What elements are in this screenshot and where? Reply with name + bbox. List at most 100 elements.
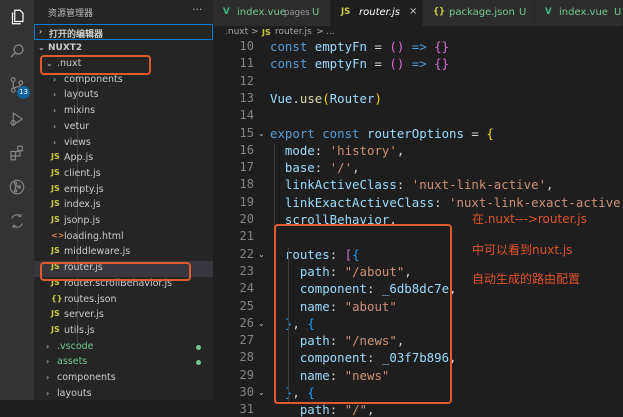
- remote-button[interactable]: [0, 206, 34, 236]
- tree-folder[interactable]: › mixins: [34, 104, 213, 120]
- tree-file[interactable]: <> loading.html: [34, 230, 213, 246]
- search-button[interactable]: [0, 36, 34, 66]
- fold-chevron-icon[interactable]: ⌄: [258, 250, 265, 259]
- fold-chevron-icon[interactable]: ⌄: [258, 388, 265, 397]
- code-token: 'nuxt-link-exact-active': [449, 194, 623, 210]
- chevron-right-icon: ›: [53, 106, 57, 116]
- annotation-line-2: 中可以看到nuxt.js: [472, 243, 573, 257]
- code-token: :: [329, 402, 345, 417]
- tree-file[interactable]: JS jsonp.js: [34, 214, 213, 230]
- activity-bar: 13: [0, 0, 34, 400]
- untracked-dot-icon: [196, 360, 201, 366]
- code-token: ,: [546, 177, 554, 193]
- tree-item-label: .vscode: [57, 340, 94, 352]
- tree-folder[interactable]: › .vscode: [34, 340, 213, 356]
- open-editors-section[interactable]: › 打开的编辑器: [34, 24, 213, 40]
- tree-file[interactable]: JS server.js: [34, 308, 213, 324]
- tree-file[interactable]: JS App.js: [34, 151, 213, 167]
- breadcrumb-folder[interactable]: .nuxt: [225, 27, 248, 37]
- tab-label: package.json: [449, 7, 515, 18]
- tree-folder[interactable]: › vetur: [34, 120, 213, 136]
- git-graph-button[interactable]: [0, 172, 34, 202]
- line-number: 24: [239, 281, 254, 296]
- tree-file[interactable]: {} routes.json: [34, 293, 213, 309]
- source-control-button[interactable]: 13: [0, 70, 34, 100]
- run-debug-button[interactable]: [0, 104, 34, 134]
- tree-file[interactable]: JS client.js: [34, 167, 213, 183]
- line-number: 23: [239, 263, 254, 278]
- code-token: linkExactActiveClass: [270, 194, 435, 210]
- nuxt-folder-highlight: [40, 55, 151, 75]
- tree-folder[interactable]: › layouts: [34, 387, 213, 400]
- tab-hint: pages: [284, 8, 310, 18]
- tree-item-label: assets: [57, 356, 88, 368]
- js-file-icon: JS: [51, 167, 60, 177]
- tree-item-label: vetur: [64, 120, 90, 132]
- chevron-right-icon: ›: [53, 121, 57, 131]
- annotation-line-3: 自动生成的路由配置: [472, 272, 581, 286]
- tree-item-label: components: [64, 73, 123, 85]
- vue-file-icon: V: [545, 7, 552, 17]
- tab-index-vue[interactable]: V index.vue U: [535, 0, 623, 26]
- tree-file[interactable]: JS utils.js: [34, 324, 213, 340]
- js-file-icon: JS: [51, 183, 60, 193]
- code-token: path: [270, 402, 330, 417]
- routes-code-highlight: [274, 224, 452, 404]
- tab-status: U: [614, 7, 622, 18]
- tree-folder[interactable]: › components: [34, 371, 213, 387]
- chevron-right-icon: ›: [46, 341, 50, 351]
- fold-chevron-icon[interactable]: ⌄: [258, 319, 265, 328]
- code-line: path: "/",: [270, 402, 375, 417]
- breadcrumb-more[interactable]: ...: [326, 27, 335, 37]
- annotation-line-1: 在.nuxt--->router.js: [472, 212, 587, 226]
- tree-file[interactable]: JS index.js: [34, 198, 213, 214]
- tab-index-vue-pages[interactable]: V index.vue pages U: [213, 0, 331, 26]
- tree-item-label: layouts: [57, 387, 92, 399]
- tree-folder[interactable]: › assets: [34, 355, 213, 371]
- line-number: 21: [239, 229, 254, 244]
- js-file-icon: JS: [51, 309, 60, 319]
- run-debug-icon: [10, 111, 24, 127]
- explorer-button[interactable]: [0, 2, 34, 32]
- extensions-button[interactable]: [0, 138, 34, 168]
- tab-package-json[interactable]: {} package.json U: [423, 0, 535, 26]
- code-token: routerOptions: [366, 125, 472, 141]
- tab-status: U: [519, 7, 527, 18]
- code-token: emptyFn: [314, 39, 375, 54]
- tree-file[interactable]: JS empty.js: [34, 183, 213, 199]
- code-token: mode: [270, 142, 315, 158]
- tree-folder[interactable]: › views: [34, 136, 213, 152]
- more-actions-icon[interactable]: ···: [192, 3, 203, 16]
- tree-item-label: views: [64, 136, 91, 148]
- tree-item-label: index.js: [64, 199, 101, 211]
- line-number: 30: [239, 385, 254, 399]
- js-file-icon: JS: [51, 199, 60, 209]
- tab-router-js[interactable]: JS router.js ×: [331, 0, 423, 26]
- chevron-down-icon: ⌄: [38, 43, 45, 52]
- code-token: ,: [367, 402, 375, 417]
- line-number: 25: [239, 298, 254, 313]
- tree-item-label: server.js: [64, 309, 104, 321]
- code-token: :: [396, 177, 412, 193]
- router-js-highlight: [40, 262, 191, 281]
- tree-item-label: loading.html: [64, 230, 124, 242]
- chevron-right-icon: ›: [46, 357, 50, 367]
- js-file-icon: JS: [341, 7, 351, 17]
- code-token: ,: [352, 160, 360, 176]
- line-number: 27: [239, 333, 254, 348]
- line-number: 14: [239, 108, 254, 123]
- code-token: use: [299, 90, 323, 106]
- tree-item-label: utils.js: [64, 324, 95, 336]
- tree-folder[interactable]: › components: [34, 73, 213, 89]
- project-label: NUXT2: [48, 43, 83, 53]
- tree-file[interactable]: JS middleware.js: [34, 245, 213, 261]
- breadcrumb-file[interactable]: router.js: [275, 27, 312, 37]
- tree-item-label: routes.json: [64, 293, 117, 305]
- extensions-icon: [10, 145, 23, 161]
- line-number: 19: [239, 194, 254, 209]
- close-icon[interactable]: ×: [409, 6, 417, 17]
- tree-folder[interactable]: › layouts: [34, 88, 213, 104]
- code-token: :: [314, 160, 330, 176]
- code-token: export: [270, 125, 323, 141]
- fold-chevron-icon[interactable]: ⌄: [258, 129, 265, 138]
